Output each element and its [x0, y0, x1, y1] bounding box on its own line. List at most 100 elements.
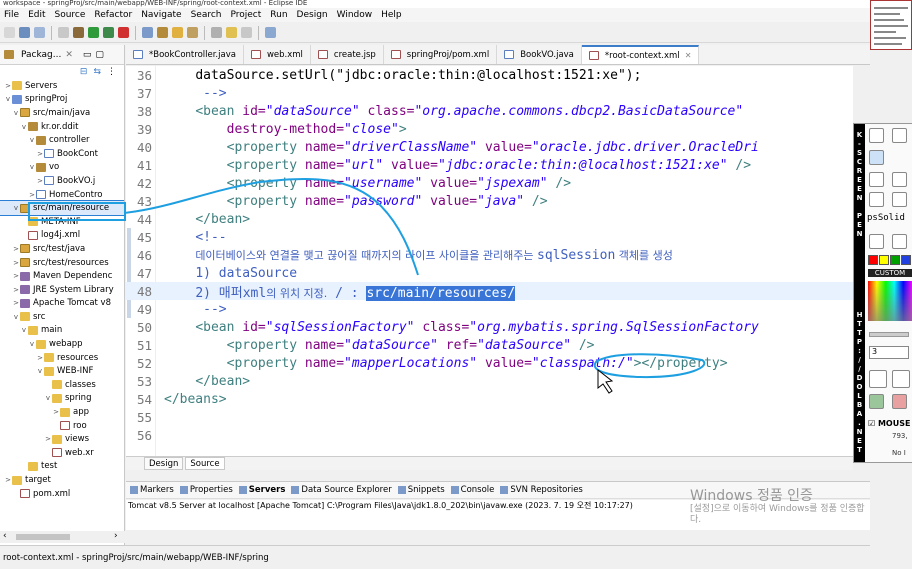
new-icon[interactable]: [4, 27, 15, 38]
tree-item[interactable]: v controller: [0, 133, 124, 147]
editor-tab[interactable]: springProj/pom.xml: [384, 45, 498, 64]
editor-tab[interactable]: *root-context.xml ✕: [581, 45, 700, 64]
console-tab[interactable]: Properties: [179, 485, 233, 495]
package-explorer-tab[interactable]: Packag... ✕ ▭ ▢: [0, 45, 124, 65]
menu-item-navigate[interactable]: Navigate: [141, 10, 181, 20]
console-tab[interactable]: Servers: [238, 485, 285, 495]
chevron-down-icon[interactable]: v: [12, 109, 20, 117]
mouse-toggle[interactable]: ☑ MOUSE: [868, 419, 910, 428]
pen-tool-icon[interactable]: [869, 234, 884, 249]
chevron-right-icon[interactable]: >: [36, 177, 44, 185]
pen-tool-icon[interactable]: [869, 172, 884, 187]
size-slider[interactable]: [869, 332, 909, 337]
menu-item-source[interactable]: Source: [55, 10, 86, 20]
run-icon[interactable]: [88, 27, 99, 38]
pen-tool-icon[interactable]: [869, 150, 884, 165]
chevron-down-icon[interactable]: v: [36, 367, 44, 375]
chevron-down-icon[interactable]: v: [44, 394, 52, 402]
save-icon[interactable]: [19, 27, 30, 38]
tree-item[interactable]: > views: [0, 432, 124, 446]
chevron-right-icon[interactable]: >: [12, 259, 20, 267]
tree-item[interactable]: log4j.xml: [0, 229, 124, 243]
tree-item[interactable]: v spring: [0, 392, 124, 406]
source-editor[interactable]: 36 dataSource.setUrl("jdbc:oracle:thin:@…: [126, 66, 853, 456]
console-output[interactable]: Tomcat v8.5 Server at localhost [Apache …: [126, 500, 870, 530]
console-tab[interactable]: SVN Repositories: [500, 485, 583, 495]
console-tab[interactable]: Data Source Explorer: [291, 485, 392, 495]
back-icon[interactable]: [226, 27, 237, 38]
close-icon[interactable]: ✕: [685, 51, 692, 60]
pen-tool-icon[interactable]: [892, 192, 907, 207]
menu-item-edit[interactable]: Edit: [28, 10, 45, 20]
tree-item[interactable]: v kr.or.ddit: [0, 120, 124, 134]
menu-item-design[interactable]: Design: [297, 10, 328, 20]
view-menu-icon[interactable]: ⋮: [107, 67, 116, 77]
chevron-down-icon[interactable]: v: [12, 313, 20, 321]
menu-item-file[interactable]: File: [4, 10, 19, 20]
tree-item[interactable]: v src/main/resource: [0, 200, 124, 216]
eraser-icon[interactable]: [892, 172, 907, 187]
collapse-all-icon[interactable]: ⊟: [80, 67, 88, 77]
horizontal-scrollbar[interactable]: ‹ ›: [0, 531, 125, 543]
chevron-right-icon[interactable]: >: [12, 245, 20, 253]
open-type-icon[interactable]: [172, 27, 183, 38]
chevron-down-icon[interactable]: v: [28, 340, 36, 348]
editor-tab[interactable]: BookVO.java: [497, 45, 582, 64]
tree-item[interactable]: META-INF: [0, 215, 124, 229]
new-package-icon[interactable]: [157, 27, 168, 38]
chevron-down-icon[interactable]: v: [28, 136, 36, 144]
tree-item[interactable]: > Servers: [0, 79, 124, 93]
save-as-icon[interactable]: [892, 370, 910, 388]
tree-item[interactable]: > JRE System Library: [0, 283, 124, 297]
tree-item[interactable]: > target: [0, 473, 124, 487]
chevron-right-icon[interactable]: >: [4, 476, 12, 484]
pen-tool-icon[interactable]: [869, 192, 884, 207]
tree-item[interactable]: test: [0, 460, 124, 474]
pen-tool-icon[interactable]: [869, 128, 884, 143]
scrollbar-thumb[interactable]: [16, 534, 70, 540]
color-swatch[interactable]: [879, 255, 889, 265]
skip-breakpoints-icon[interactable]: [58, 27, 69, 38]
chevron-right-icon[interactable]: >: [4, 82, 12, 90]
menu-item-search[interactable]: Search: [191, 10, 222, 20]
stop-icon[interactable]: [118, 27, 129, 38]
tree-item[interactable]: > Apache Tomcat v8: [0, 297, 124, 311]
chevron-down-icon[interactable]: v: [12, 204, 20, 212]
image-icon[interactable]: [869, 394, 884, 409]
menu-item-project[interactable]: Project: [230, 10, 261, 20]
editor-tab[interactable]: web.xml: [244, 45, 311, 64]
tree-item[interactable]: > src/test/java: [0, 242, 124, 256]
chevron-right-icon[interactable]: >: [12, 286, 20, 294]
console-tab[interactable]: Snippets: [397, 485, 445, 495]
tree-item[interactable]: > BookVO.j: [0, 174, 124, 188]
tab-design[interactable]: Design: [144, 457, 184, 470]
tree-item[interactable]: web.xr: [0, 446, 124, 460]
chevron-down-icon[interactable]: v: [20, 326, 28, 334]
tab-source[interactable]: Source: [185, 457, 225, 470]
tree-item[interactable]: roo: [0, 419, 124, 433]
tree-item[interactable]: v src/main/java: [0, 106, 124, 120]
menu-item-run[interactable]: Run: [270, 10, 287, 20]
chevron-right-icon[interactable]: >: [12, 299, 20, 307]
tree-item[interactable]: v webapp: [0, 337, 124, 351]
tree-item[interactable]: classes: [0, 378, 124, 392]
highlighter-icon[interactable]: [892, 234, 907, 249]
forward-icon[interactable]: [241, 27, 252, 38]
tree-item[interactable]: v WEB-INF: [0, 364, 124, 378]
search-icon[interactable]: [187, 27, 198, 38]
chevron-down-icon[interactable]: v: [28, 163, 36, 171]
perspective-icon[interactable]: [265, 27, 276, 38]
color-swatch[interactable]: [890, 255, 900, 265]
next-annotation-icon[interactable]: [211, 27, 222, 38]
tree-item[interactable]: > HomeContro: [0, 188, 124, 202]
tree-item[interactable]: v main: [0, 324, 124, 338]
save-icon[interactable]: [869, 370, 887, 388]
chevron-down-icon[interactable]: v: [20, 123, 28, 131]
chevron-right-icon[interactable]: >: [44, 435, 52, 443]
chevron-right-icon[interactable]: >: [52, 408, 60, 416]
tree-item[interactable]: > src/test/resources: [0, 256, 124, 270]
editor-tab[interactable]: *BookController.java: [126, 45, 244, 64]
tree-item[interactable]: v springProj: [0, 93, 124, 107]
minimize-icon[interactable]: ▭: [83, 50, 92, 60]
editor-tab[interactable]: create.jsp: [311, 45, 384, 64]
